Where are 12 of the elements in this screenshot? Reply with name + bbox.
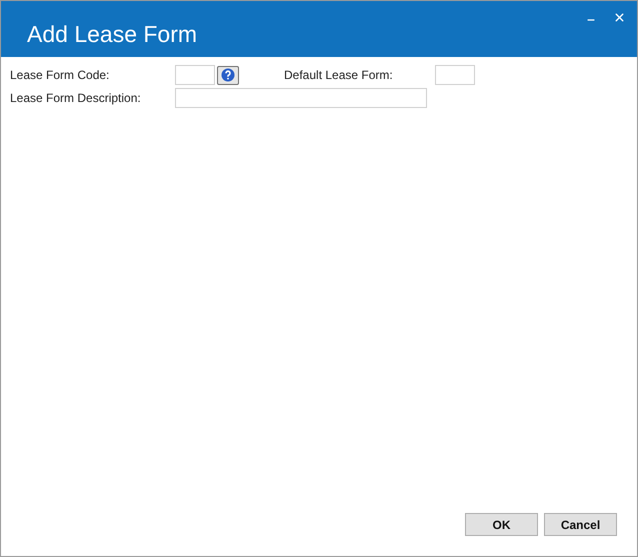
field-label: Lease Form Code:	[10, 67, 110, 84]
ok-button[interactable]: OK	[465, 513, 538, 536]
help-icon	[221, 68, 235, 82]
lease-form-code-field[interactable]	[175, 65, 215, 85]
lease-form-description-field[interactable]	[175, 88, 427, 108]
window-title: Add Lease Form	[27, 20, 198, 48]
cancel-button[interactable]: Cancel	[544, 513, 617, 536]
help-button[interactable]	[217, 66, 239, 84]
default-lease-form-field[interactable]	[435, 65, 475, 85]
close-icon	[612, 10, 626, 24]
field-label: Lease Form Description:	[10, 90, 142, 107]
field-label: Default Lease Form:	[284, 67, 394, 84]
